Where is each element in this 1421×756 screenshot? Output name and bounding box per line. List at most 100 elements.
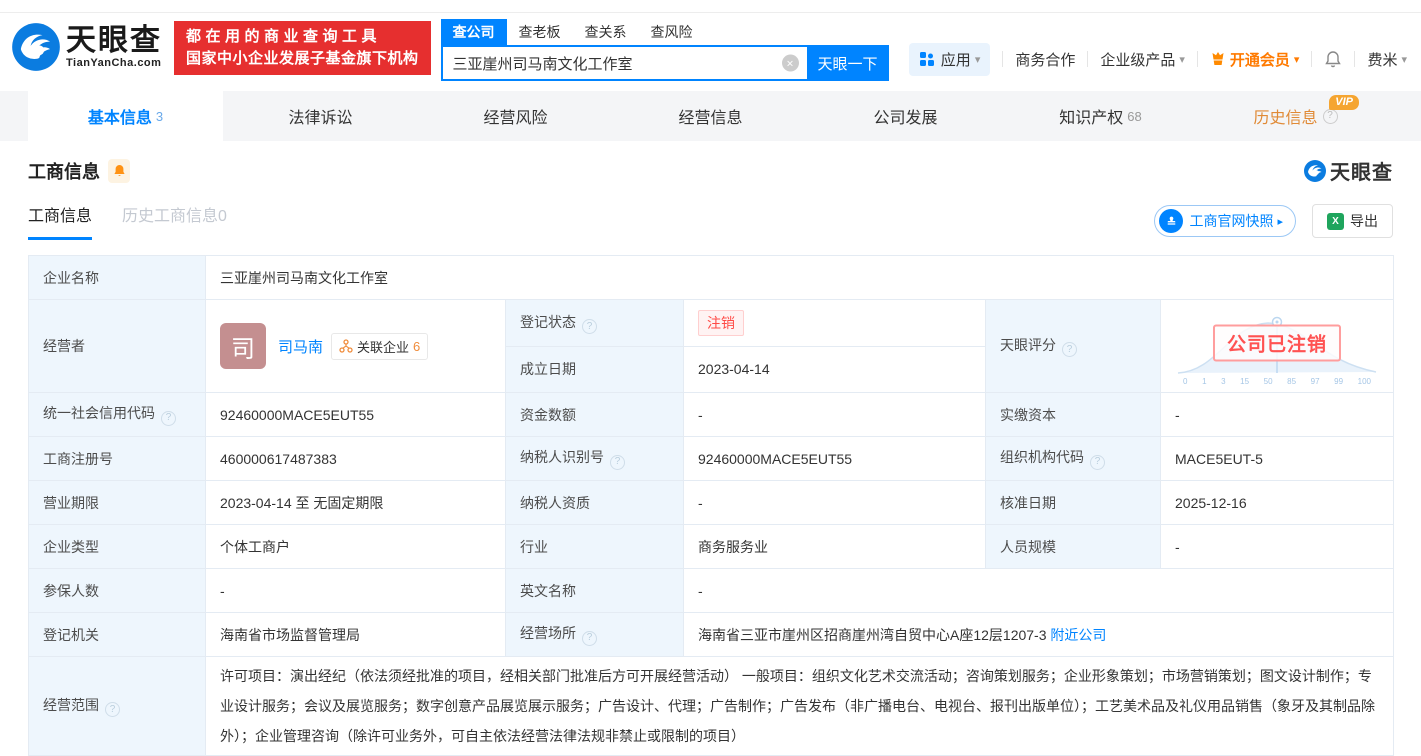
subtab-history-registration[interactable]: 历史工商信息0 (122, 202, 227, 240)
chevron-down-icon: ▾ (1401, 53, 1407, 66)
excel-icon: X (1327, 212, 1344, 230)
tab-intellectual-property[interactable]: 知识产权 68 (1003, 91, 1198, 141)
paid-capital-value: - (1159, 392, 1395, 437)
help-icon[interactable]: ? (1322, 108, 1338, 124)
business-site-label: 经营场所? (505, 612, 684, 657)
approval-date-value: 2025-12-16 (1159, 480, 1395, 525)
related-label: 关联企业 (357, 339, 410, 355)
search-tab-boss[interactable]: 查老板 (507, 19, 573, 45)
score-label: 天眼评分? (985, 299, 1161, 393)
help-icon[interactable]: ? (105, 702, 120, 718)
tianyancha-logo-icon (12, 23, 60, 71)
business-term-value: 2023-04-14 至 无固定期限 (205, 480, 506, 525)
help-icon[interactable]: ? (1062, 342, 1077, 358)
paid-capital-label: 实缴资本 (985, 392, 1161, 437)
tab-basic-count: 3 (155, 108, 164, 124)
chevron-down-icon: ▾ (1293, 53, 1300, 66)
enterprise-label: 企业级产品 (1100, 51, 1176, 69)
taxpayer-quality-value: - (683, 480, 986, 525)
search-input[interactable] (442, 47, 807, 79)
tab-business-info[interactable]: 经营信息 (613, 91, 808, 141)
nearby-companies-link[interactable]: 附近公司 (1050, 627, 1106, 643)
tab-legal[interactable]: 法律诉讼 (223, 91, 418, 141)
open-vip-button[interactable]: 开通会员 ▾ (1210, 49, 1300, 70)
apps-menu-button[interactable]: 应用 ▾ (908, 42, 991, 76)
chevron-down-icon: ▾ (974, 53, 981, 66)
help-icon[interactable]: ? (610, 454, 625, 470)
org-code-value: MACE5EUT-5 (1159, 436, 1395, 481)
tianyancha-logo[interactable]: 天眼查 TianYanCha.com (10, 21, 162, 73)
subtab-business-registration[interactable]: 工商信息 (28, 202, 93, 240)
username: 费米 (1367, 51, 1398, 69)
deregistered-stamp: 公司已注销 (1213, 324, 1342, 362)
search-button[interactable]: 天眼一下 (806, 45, 889, 81)
monitor-bell-icon[interactable] (108, 158, 130, 183)
related-companies-badge[interactable]: 关联企业 6 (331, 332, 429, 360)
status-badge: 注销 (698, 309, 744, 336)
help-icon[interactable]: ? (582, 319, 597, 334)
clear-search-icon[interactable]: × (781, 54, 799, 72)
operator-avatar[interactable]: 司 (220, 323, 266, 369)
industry-label: 行业 (505, 524, 684, 569)
help-icon[interactable]: ? (1090, 454, 1105, 470)
section-title: 工商信息 (28, 161, 100, 182)
logo-domain: TianYanCha.com (66, 57, 162, 69)
tab-basic-info[interactable]: 基本信息 3 (28, 91, 223, 141)
help-icon[interactable]: ? (161, 410, 176, 426)
org-chart-icon (339, 339, 353, 353)
crown-icon (1210, 51, 1226, 67)
score-axis: 0 1 3 15 50 85 97 99 100 (1183, 377, 1372, 386)
logo-title: 天眼查 (66, 24, 162, 57)
official-snapshot-button[interactable]: 工商官网快照 ▸ (1154, 205, 1296, 237)
tab-operating-risk[interactable]: 经营风险 (418, 91, 613, 141)
stamp-icon (1159, 209, 1184, 233)
export-button[interactable]: X 导出 (1312, 204, 1393, 238)
company-type-value: 个体工商户 (205, 524, 506, 569)
capital-value: - (683, 392, 986, 437)
operator-cell: 司 司马南 关联企业 6 (205, 299, 506, 393)
notification-bell-icon[interactable] (1324, 50, 1342, 69)
tab-ip-count: 68 (1127, 108, 1142, 124)
apps-grid-icon (919, 52, 934, 66)
reg-authority-value: 海南省市场监督管理局 (205, 612, 506, 657)
approval-date-label: 核准日期 (985, 480, 1161, 525)
tab-company-development[interactable]: 公司发展 (808, 91, 1003, 141)
industry-value: 商务服务业 (683, 524, 986, 569)
chevron-down-icon: ▾ (1179, 53, 1185, 66)
tab-history-info[interactable]: VIP 历史信息 ? (1198, 91, 1393, 141)
vip-label: 开通会员 (1229, 51, 1290, 69)
search-tab-company[interactable]: 查公司 (440, 19, 507, 45)
tianyancha-watermark: 天眼查 (1303, 156, 1393, 185)
credit-code-label: 统一社会信用代码? (28, 392, 206, 437)
user-menu[interactable]: 费米 ▾ (1367, 49, 1407, 70)
nav-enterprise[interactable]: 企业级产品 ▾ (1100, 49, 1185, 70)
business-site-value: 海南省三亚市崖州区招商崖州湾自贸中心A座12层1207-3 附近公司 (682, 612, 1395, 657)
reg-number-label: 工商注册号 (28, 436, 206, 481)
reg-authority-label: 登记机关 (28, 612, 206, 657)
taxpayer-id-value: 92460000MACE5EUT55 (683, 436, 986, 481)
english-name-value: - (682, 568, 1395, 613)
slogan-line2: 国家中小企业发展子基金旗下机构 (186, 50, 419, 67)
export-label: 导出 (1350, 213, 1378, 229)
company-tabbar: 基本信息 3 法律诉讼 经营风险 经营信息 公司发展 知识产权 68 VIP 历… (0, 91, 1421, 141)
reg-status-label: 登记状态? (505, 299, 684, 347)
reg-status-value: 注销 (683, 299, 986, 347)
apps-label: 应用 (940, 51, 971, 69)
business-scope-value: 许可项目：演出经纪（依法须经批准的项目，经相关部门批准后方可开展经营活动） 一般… (204, 656, 1395, 756)
company-type-label: 企业类型 (28, 524, 206, 569)
search-block: 查公司 查老板 查关系 查风险 × 天眼一下 (440, 19, 889, 81)
staff-size-value: - (1159, 524, 1395, 569)
business-term-label: 营业期限 (28, 480, 206, 525)
insured-count-value: - (205, 568, 506, 613)
establish-date-value: 2023-04-14 (683, 345, 986, 393)
insured-count-label: 参保人数 (28, 568, 206, 613)
search-tab-relation[interactable]: 查关系 (573, 19, 639, 45)
operator-name-link[interactable]: 司马南 (278, 336, 323, 357)
help-icon[interactable]: ? (582, 630, 597, 646)
watermark-text: 天眼查 (1330, 162, 1393, 184)
staff-size-label: 人员规模 (985, 524, 1161, 569)
nav-cooperation[interactable]: 商务合作 (1015, 49, 1075, 70)
arrow-right-icon: ▸ (1277, 215, 1283, 228)
search-tab-risk[interactable]: 查风险 (639, 19, 705, 45)
business-info-table: 企业名称 三亚崖州司马南文化工作室 经营者 司 司马南 关联企业 6 登记状态 … (28, 255, 1395, 756)
